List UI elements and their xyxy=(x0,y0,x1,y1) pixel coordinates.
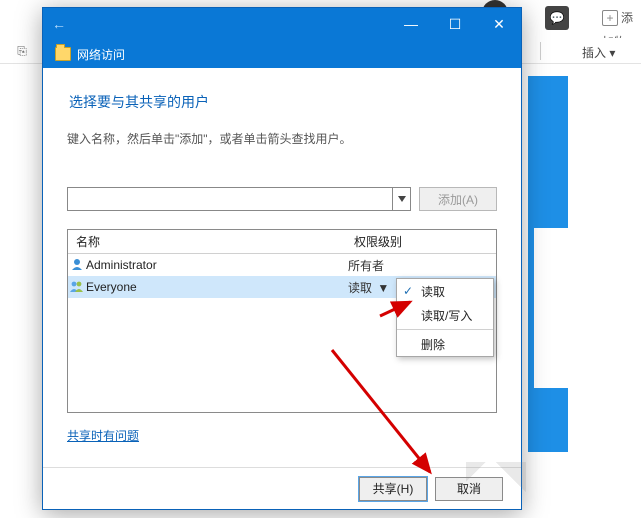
add-button: 添加(A) xyxy=(419,187,497,211)
back-button[interactable]: ← xyxy=(43,16,71,32)
menu-item-label: 读取 xyxy=(421,283,445,300)
network-access-dialog: ← — ☐ ✕ 网络访问 选择要与其共享的用户 键入名称，然后单击"添加"，或者… xyxy=(42,7,522,510)
check-icon: ✓ xyxy=(403,284,413,298)
row-name: Everyone xyxy=(86,280,348,294)
combo-dropdown-button[interactable] xyxy=(392,188,410,210)
format-painter-icon[interactable]: ⎘ xyxy=(12,41,32,61)
menu-item-label: 读取/写入 xyxy=(421,307,472,324)
titlebar: ← — ☐ ✕ xyxy=(43,8,521,40)
column-permission[interactable]: 权限级别 xyxy=(348,233,496,250)
user-icon xyxy=(68,258,86,273)
watermark xyxy=(466,462,526,502)
menu-item-label: 删除 xyxy=(421,336,445,353)
chat-icon: 💬 xyxy=(545,6,569,30)
close-button[interactable]: ✕ xyxy=(477,8,521,40)
minimize-button[interactable]: — xyxy=(389,8,433,40)
group-icon xyxy=(68,280,86,295)
header-bar: 网络访问 xyxy=(43,40,521,68)
column-name[interactable]: 名称 xyxy=(68,233,348,250)
dialog-footer: 共享(H) 取消 xyxy=(43,467,521,509)
dialog-title: 网络访问 xyxy=(77,46,125,63)
instruction-text: 键入名称，然后单击"添加"，或者单击箭头查找用户。 xyxy=(67,130,497,147)
menu-separator xyxy=(397,329,493,330)
share-button[interactable]: 共享(H) xyxy=(359,477,427,501)
permission-context-menu: ✓ 读取读取/写入 删除 xyxy=(396,278,494,357)
list-header: 名称 权限级别 xyxy=(68,230,496,254)
troubleshoot-link[interactable]: 共享时有问题 xyxy=(67,427,139,444)
background-side-panel xyxy=(528,76,568,452)
chevron-down-icon xyxy=(398,196,406,202)
menu-item[interactable]: ✓ 读取 xyxy=(397,279,493,303)
user-input[interactable] xyxy=(68,188,392,210)
user-combo[interactable] xyxy=(67,187,411,211)
menu-item-delete[interactable]: 删除 xyxy=(397,332,493,356)
list-row[interactable]: Administrator所有者 xyxy=(68,254,496,276)
row-name: Administrator xyxy=(86,258,348,272)
section-heading: 选择要与其共享的用户 xyxy=(69,92,497,112)
menu-item[interactable]: 读取/写入 xyxy=(397,303,493,327)
row-permission: 所有者 xyxy=(348,257,496,274)
insert-dropdown[interactable]: 插入 ▾ xyxy=(582,44,615,61)
folder-icon xyxy=(55,47,71,61)
maximize-button[interactable]: ☐ xyxy=(433,8,477,40)
